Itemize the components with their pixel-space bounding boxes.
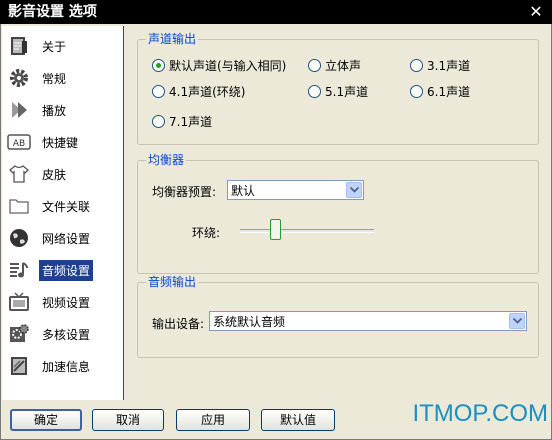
chevron-down-icon[interactable] (346, 182, 362, 198)
title-bar: 影音设置 选项 ✕ (0, 0, 552, 24)
default-button[interactable]: 默认值 (261, 409, 335, 431)
surround-label: 环绕: (192, 226, 221, 240)
radio-7-1[interactable]: 7.1声道 (152, 113, 212, 130)
radio-label: 6.1声道 (427, 85, 471, 99)
sidebar-item-hotkeys[interactable]: AB 快捷键 (6, 128, 120, 156)
radio-label: 3.1声道 (427, 59, 471, 73)
sidebar-item-speed[interactable]: 加速信息 (6, 352, 120, 380)
output-device-label: 输出设备: (152, 317, 205, 331)
sidebar-item-skin[interactable]: 皮肤 (6, 160, 120, 188)
radio-stereo[interactable]: 立体声 (308, 57, 361, 74)
globe-icon (6, 225, 32, 251)
equalizer-preset-select[interactable]: 默认 (227, 180, 364, 200)
radio-default-channel[interactable]: 默认声道(与输入相同) (152, 57, 286, 74)
sidebar-item-label: 音频设置 (37, 258, 95, 282)
sidebar-item-audio[interactable]: 音频设置 (6, 256, 120, 284)
output-device-value: 系统默认音频 (213, 314, 286, 329)
radio-button[interactable] (410, 59, 423, 72)
radio-3-1[interactable]: 3.1声道 (410, 57, 470, 74)
close-icon[interactable]: ✕ (527, 3, 545, 21)
play-icon (6, 97, 32, 123)
radio-6-1[interactable]: 6.1声道 (410, 83, 470, 100)
radio-button-checked[interactable] (152, 59, 165, 72)
chevron-down-icon[interactable] (509, 313, 525, 329)
watermark-text: ITMOP.COM (412, 400, 548, 427)
tv-icon (6, 289, 32, 315)
surround-slider-thumb[interactable] (270, 219, 281, 240)
keyboard-icon: AB (6, 129, 32, 155)
radio-label: 4.1声道(环绕) (169, 85, 246, 99)
multicore-icon (6, 321, 32, 347)
sidebar-item-label: 播放 (42, 103, 67, 118)
sidebar-item-network[interactable]: 网络设置 (6, 224, 120, 252)
output-device-select[interactable]: 系统默认音频 (209, 311, 527, 331)
radio-label: 立体声 (325, 59, 362, 73)
sidebar-item-playback[interactable]: 播放 (6, 96, 120, 124)
ok-button[interactable]: 确定 (10, 409, 82, 431)
audio-settings-panel: 声道输出 默认声道(与输入相同) 立体声 3.1声道 4.1声道(环绕) 5.1… (125, 26, 549, 400)
sidebar-item-file-assoc[interactable]: 文件关联 (6, 192, 120, 220)
sidebar-item-general[interactable]: 常规 (6, 64, 120, 92)
sidebar-item-label: 视频设置 (42, 295, 91, 310)
equalizer-preset-label: 均衡器预置: (152, 185, 217, 199)
sidebar-item-label: 皮肤 (42, 167, 67, 182)
sidebar-item-video[interactable]: 视频设置 (6, 288, 120, 316)
channel-output-title: 声道输出 (146, 32, 199, 46)
equalizer-group: 均衡器 均衡器预置: 默认 环绕: (137, 153, 539, 274)
sidebar-item-label: 关于 (42, 39, 67, 54)
speed-icon (6, 353, 32, 379)
sidebar-item-label: 加速信息 (42, 359, 91, 374)
radio-button[interactable] (308, 85, 321, 98)
radio-label: 默认声道(与输入相同) (169, 59, 287, 73)
radio-button[interactable] (152, 85, 165, 98)
surround-slider-track[interactable] (240, 229, 374, 233)
sidebar-item-label: 快捷键 (42, 135, 79, 150)
sidebar-item-label: 多核设置 (42, 327, 91, 342)
gear-icon (6, 65, 32, 91)
sidebar-nav: 关于 常规 播放 AB 快捷键 皮肤 文件关联 网络设置 音频设置 视频设置 多… (2, 26, 124, 400)
radio-5-1[interactable]: 5.1声道 (308, 83, 368, 100)
cancel-button[interactable]: 取消 (92, 409, 164, 431)
window-title: 影音设置 选项 (8, 4, 97, 20)
audio-output-title: 音频输出 (146, 275, 199, 289)
equalizer-title: 均衡器 (146, 153, 187, 167)
audio-icon (6, 257, 32, 283)
channel-output-group: 声道输出 默认声道(与输入相同) 立体声 3.1声道 4.1声道(环绕) 5.1… (137, 32, 539, 145)
radio-button[interactable] (308, 59, 321, 72)
sidebar-item-label: 常规 (42, 71, 67, 86)
folder-icon (6, 193, 32, 219)
svg-text:AB: AB (13, 139, 25, 149)
radio-label: 5.1声道 (325, 85, 369, 99)
sidebar-item-multicore[interactable]: 多核设置 (6, 320, 120, 348)
apply-button[interactable]: 应用 (176, 409, 250, 431)
radio-button[interactable] (410, 85, 423, 98)
audio-output-group: 音频输出 输出设备: 系统默认音频 (137, 275, 539, 358)
radio-label: 7.1声道 (169, 115, 213, 129)
shirt-icon (6, 161, 32, 187)
sidebar-item-about[interactable]: 关于 (6, 32, 120, 60)
equalizer-preset-value: 默认 (231, 183, 256, 198)
sidebar-item-label: 文件关联 (42, 199, 91, 214)
about-icon (6, 33, 32, 59)
sidebar-item-label: 网络设置 (42, 231, 91, 246)
radio-button[interactable] (152, 115, 165, 128)
radio-4-1[interactable]: 4.1声道(环绕) (152, 83, 245, 100)
